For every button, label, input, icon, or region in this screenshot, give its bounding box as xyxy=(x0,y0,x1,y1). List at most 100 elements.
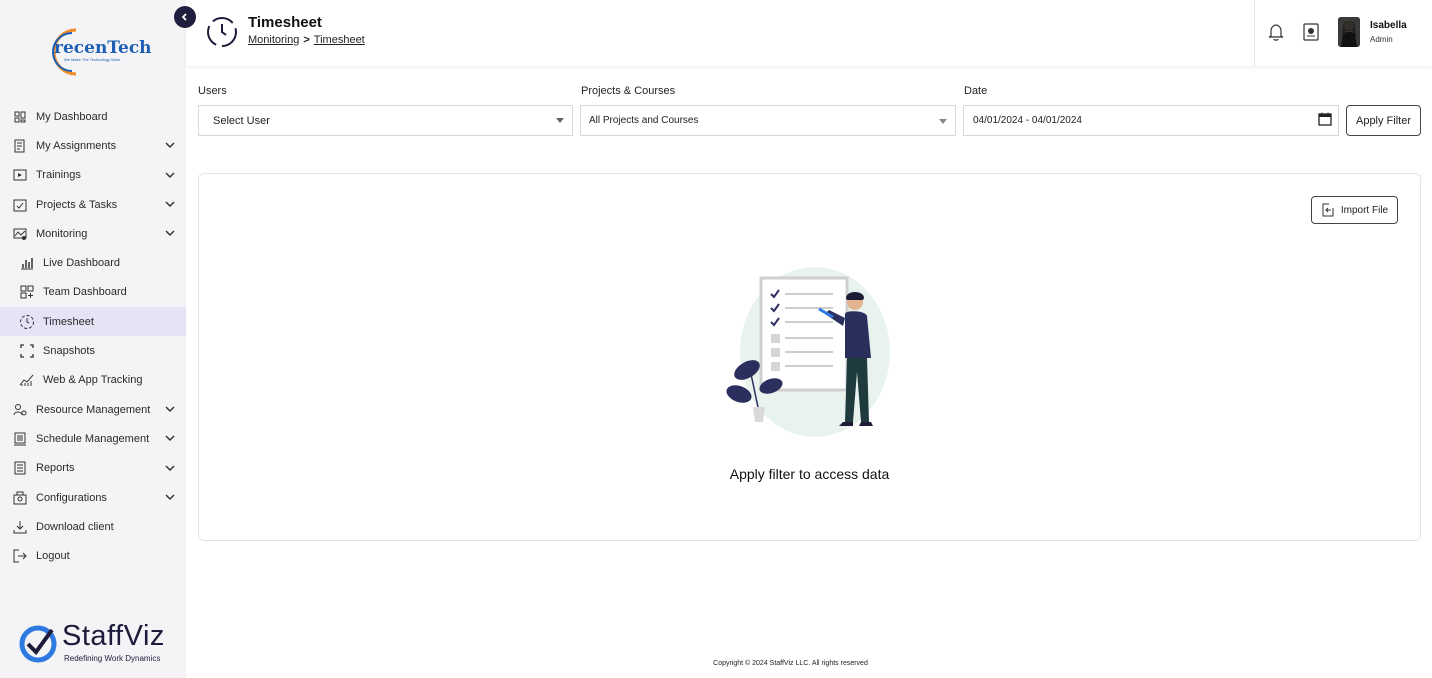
chevron-down-icon[interactable] xyxy=(164,491,176,503)
sidebar-item-team-dashboard[interactable]: Team Dashboard xyxy=(0,278,186,307)
sidebar-item-my-dashboard[interactable]: My Dashboard xyxy=(0,102,186,131)
import-file-icon xyxy=(1322,203,1334,217)
sidebar-item-snapshots[interactable]: Snapshots xyxy=(0,336,186,365)
sidebar-item-live-dashboard[interactable]: Live Dashboard xyxy=(0,248,186,277)
sidebar-item-monitoring[interactable]: Monitoring xyxy=(0,219,186,248)
sidebar-item-download-client[interactable]: Download client xyxy=(0,512,186,541)
people-icon xyxy=(12,402,28,418)
chevron-down-icon[interactable] xyxy=(164,403,176,415)
sidebar-nav: My Dashboard My Assignments Trainings Pr… xyxy=(0,102,186,571)
logo-tagline: We Make The Technology Work xyxy=(64,57,121,62)
sidebar-item-label: Reports xyxy=(36,462,75,475)
sidebar-item-label: Download client xyxy=(36,520,114,533)
bar-chart-icon xyxy=(19,255,35,271)
chevron-down-icon[interactable] xyxy=(164,432,176,444)
apply-filter-button[interactable]: Apply Filter xyxy=(1346,105,1421,136)
sidebar-item-label: Projects & Tasks xyxy=(36,198,118,211)
sidebar-item-web-app-tracking[interactable]: Web & App Tracking xyxy=(0,366,186,395)
sidebar-item-label: Monitoring xyxy=(36,227,88,240)
sidebar-item-schedule-management[interactable]: Schedule Management xyxy=(0,424,186,453)
timesheet-content-card: Import File Apply filter to access data xyxy=(198,173,1421,541)
chevron-down-icon[interactable] xyxy=(164,169,176,181)
logo-text: recenTech xyxy=(54,38,152,58)
sidebar-item-label: Trainings xyxy=(36,169,81,182)
date-range-value: 04/01/2024 - 04/01/2024 xyxy=(973,115,1082,126)
projects-select-value: All Projects and Courses xyxy=(589,115,699,126)
top-bar-divider xyxy=(1254,0,1255,66)
sidebar-item-label: Live Dashboard xyxy=(43,257,121,270)
date-range-input[interactable]: 04/01/2024 - 04/01/2024 xyxy=(963,105,1339,136)
empty-state-message: Apply filter to access data xyxy=(729,466,890,482)
report-document-icon xyxy=(12,460,28,476)
import-file-button[interactable]: Import File xyxy=(1311,196,1398,224)
users-filter-label: Users xyxy=(198,85,227,97)
bell-icon[interactable] xyxy=(1266,22,1286,42)
sidebar-item-label: Configurations xyxy=(36,491,107,504)
sidebar-item-reports[interactable]: Reports xyxy=(0,454,186,483)
footer-copyright: Copyright © 2024 StaffViz LLC. All right… xyxy=(713,660,868,667)
staffviz-name: StaffViz xyxy=(62,620,165,652)
page-title: Timesheet xyxy=(248,14,322,31)
chevron-down-icon[interactable] xyxy=(164,198,176,210)
breadcrumb-separator: > xyxy=(303,34,310,46)
staffviz-logo: StaffViz Redefining Work Dynamics xyxy=(18,620,178,666)
sidebar-item-label: Timesheet xyxy=(43,315,94,328)
sidebar-item-label: My Dashboard xyxy=(36,110,108,123)
breadcrumb-timesheet[interactable]: Timesheet xyxy=(314,34,365,46)
timesheet-clock-icon xyxy=(207,17,237,47)
users-select-value: Select User xyxy=(213,114,270,127)
recentech-logo[interactable]: recenTech We Make The Technology Work xyxy=(46,24,152,80)
breadcrumb: Monitoring > Timesheet xyxy=(248,34,365,46)
chevron-left-icon xyxy=(181,13,187,21)
sidebar-item-resource-management[interactable]: Resource Management xyxy=(0,395,186,424)
dashboard-grid-icon xyxy=(12,109,28,125)
sidebar-item-label: Schedule Management xyxy=(36,432,150,445)
staffviz-tagline: Redefining Work Dynamics xyxy=(64,654,161,663)
team-grid-icon xyxy=(19,284,35,300)
sidebar-item-label: Team Dashboard xyxy=(43,286,127,299)
contact-card-icon[interactable] xyxy=(1301,22,1321,42)
import-file-label: Import File xyxy=(1340,204,1389,216)
sidebar-item-my-assignments[interactable]: My Assignments xyxy=(0,131,186,160)
dropdown-caret-icon xyxy=(939,119,947,124)
sidebar-collapse-button[interactable] xyxy=(174,6,196,28)
calendar-book-icon xyxy=(12,431,28,447)
sidebar-item-label: My Assignments xyxy=(36,139,117,152)
date-filter-label: Date xyxy=(964,85,988,97)
sidebar-item-projects-tasks[interactable]: Projects & Tasks xyxy=(0,190,186,219)
users-select[interactable]: Select User xyxy=(198,105,573,136)
user-role: Admin xyxy=(1370,35,1393,44)
chevron-down-icon[interactable] xyxy=(164,462,176,474)
breadcrumb-monitoring[interactable]: Monitoring xyxy=(248,34,299,46)
assignments-icon xyxy=(12,138,28,154)
projects-filter-label: Projects & Courses xyxy=(581,85,676,97)
sidebar-item-configurations[interactable]: Configurations xyxy=(0,483,186,512)
sidebar-item-label: Web & App Tracking xyxy=(43,374,143,387)
sidebar: recenTech We Make The Technology Work My… xyxy=(0,0,186,678)
user-name: Isabella xyxy=(1370,20,1407,31)
sidebar-item-logout[interactable]: Logout xyxy=(0,541,186,570)
avatar-image xyxy=(1338,17,1360,47)
projects-courses-select[interactable]: All Projects and Courses xyxy=(580,105,956,136)
chevron-down-icon[interactable] xyxy=(164,227,176,239)
clipboard-check-icon xyxy=(12,197,28,213)
avatar[interactable] xyxy=(1338,17,1360,47)
empty-state-illustration xyxy=(726,267,890,437)
sidebar-item-label: Snapshots xyxy=(43,345,95,358)
sidebar-item-label: Resource Management xyxy=(36,403,151,416)
screenshot-frame-icon xyxy=(19,343,35,359)
sidebar-item-trainings[interactable]: Trainings xyxy=(0,161,186,190)
download-icon xyxy=(12,519,28,535)
chevron-down-icon[interactable] xyxy=(164,139,176,151)
sidebar-item-label: Logout xyxy=(36,550,70,563)
play-screen-icon xyxy=(12,167,28,183)
dropdown-caret-icon xyxy=(556,118,564,123)
sidebar-item-timesheet[interactable]: Timesheet xyxy=(0,307,186,337)
staffviz-logo-mark xyxy=(19,625,57,663)
clock-dashed-icon xyxy=(19,314,35,330)
logout-icon xyxy=(12,548,28,564)
configurations-icon xyxy=(12,490,28,506)
calendar-icon[interactable] xyxy=(1318,112,1332,126)
top-bar: Timesheet Monitoring > Timesheet Isabella … xyxy=(186,0,1432,66)
trend-chart-icon xyxy=(19,372,35,388)
